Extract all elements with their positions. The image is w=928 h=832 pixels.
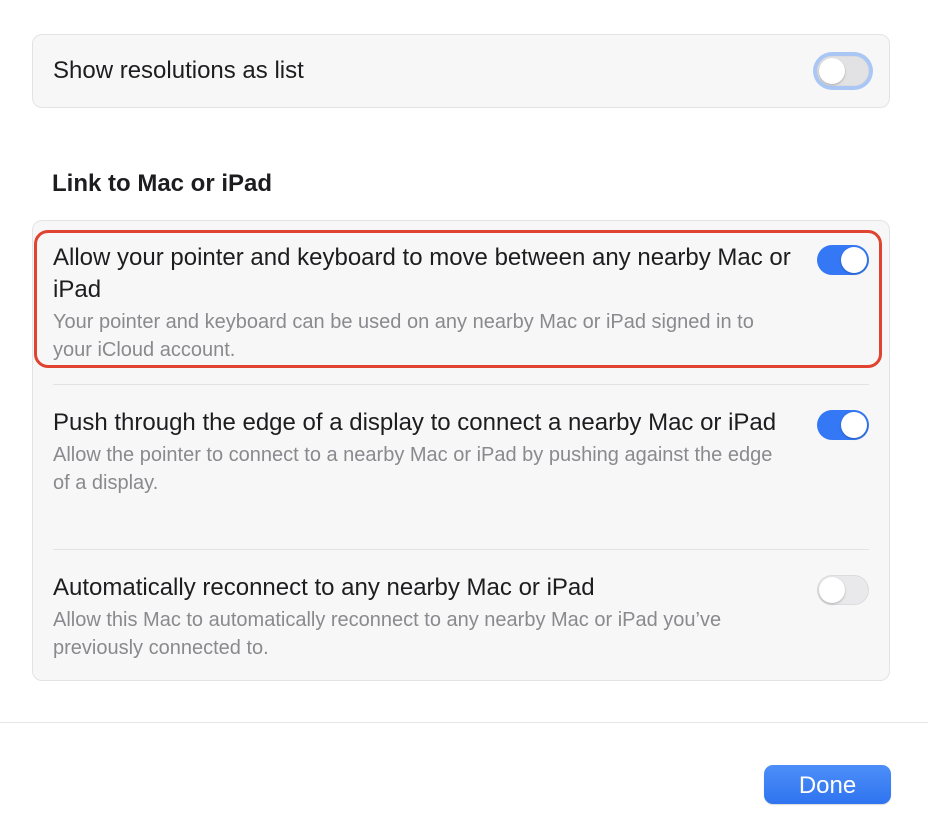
auto-reconnect-row: Automatically reconnect to any nearby Ma… — [53, 572, 869, 662]
done-button[interactable]: Done — [764, 765, 891, 804]
auto-reconnect-title: Automatically reconnect to any nearby Ma… — [53, 574, 595, 601]
pointer-keyboard-title: Allow your pointer and keyboard to move … — [53, 244, 791, 303]
footer-divider — [0, 722, 928, 723]
auto-reconnect-text: Automatically reconnect to any nearby Ma… — [53, 572, 793, 662]
toggle-knob — [841, 247, 867, 273]
show-resolutions-row: Show resolutions as list — [53, 35, 869, 107]
pointer-keyboard-row: Allow your pointer and keyboard to move … — [53, 242, 869, 364]
push-through-row: Push through the edge of a display to co… — [53, 407, 869, 497]
toggle-knob — [819, 58, 845, 84]
toggle-knob — [819, 577, 845, 603]
link-section-heading: Link to Mac or iPad — [52, 170, 273, 197]
resolutions-card: Show resolutions as list — [32, 34, 890, 108]
link-settings-card: Allow your pointer and keyboard to move … — [32, 220, 890, 681]
show-resolutions-toggle[interactable] — [817, 56, 869, 86]
pointer-keyboard-toggle[interactable] — [817, 245, 869, 275]
push-through-description: Allow the pointer to connect to a nearby… — [53, 444, 773, 494]
push-through-toggle[interactable] — [817, 410, 869, 440]
divider — [53, 549, 869, 550]
pointer-keyboard-text: Allow your pointer and keyboard to move … — [53, 242, 793, 364]
pointer-keyboard-description: Your pointer and keyboard can be used on… — [53, 311, 754, 361]
toggle-knob — [841, 412, 867, 438]
divider — [53, 384, 869, 385]
show-resolutions-label: Show resolutions as list — [53, 57, 304, 84]
auto-reconnect-toggle[interactable] — [817, 575, 869, 605]
push-through-title: Push through the edge of a display to co… — [53, 409, 777, 436]
push-through-text: Push through the edge of a display to co… — [53, 407, 793, 497]
auto-reconnect-description: Allow this Mac to automatically reconnec… — [53, 609, 722, 659]
